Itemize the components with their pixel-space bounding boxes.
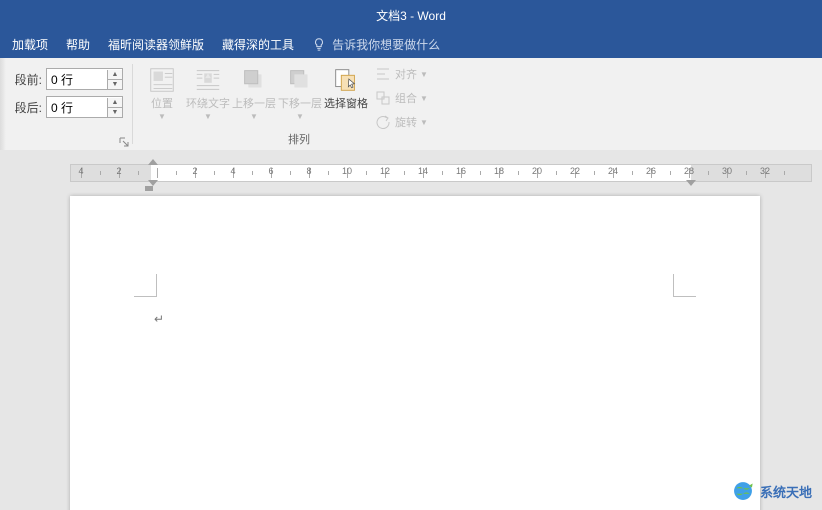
document-workspace: 422468101214161820222426283032 ↵: [0, 150, 822, 510]
spacing-before-row: 段前: ▲ ▼: [10, 68, 123, 90]
bring-forward-icon: [238, 64, 270, 96]
spacing-after-down[interactable]: ▼: [108, 108, 122, 117]
spacing-before-label: 段前:: [10, 71, 42, 88]
send-backward-icon: [284, 64, 316, 96]
right-indent-marker[interactable]: [686, 180, 696, 186]
chevron-down-icon: ▼: [250, 112, 258, 121]
chevron-down-icon: ▼: [204, 112, 212, 121]
rotate-icon: [375, 114, 391, 130]
spacing-after-label: 段后:: [10, 99, 42, 116]
group-arrange: 位置 ▼ 环绕文字 ▼ 上移一层 ▼ 下移一层: [133, 58, 465, 150]
position-icon: [146, 64, 178, 96]
tab-foxit-reader[interactable]: 福昕阅读器领鲜版: [108, 36, 204, 53]
tab-addins[interactable]: 加载项: [12, 36, 48, 53]
bring-forward-button: 上移一层 ▼: [231, 60, 277, 121]
spacing-after-up[interactable]: ▲: [108, 98, 122, 108]
first-line-indent-marker[interactable]: [148, 159, 158, 165]
horizontal-ruler[interactable]: 422468101214161820222426283032: [70, 164, 812, 182]
group-icon: [375, 90, 391, 106]
margin-corner-tl: [134, 274, 157, 297]
chevron-down-icon: ▼: [420, 118, 428, 127]
rotate-button: 旋转 ▼: [375, 112, 428, 132]
tell-me-search[interactable]: 告诉我你想要做什么: [312, 36, 458, 53]
spacing-after-spinner[interactable]: ▲ ▼: [46, 96, 123, 118]
paragraph-mark: ↵: [154, 312, 164, 326]
paragraph-dialog-launcher[interactable]: [118, 136, 130, 148]
arrange-group-label: 排列: [139, 132, 459, 148]
spacing-before-down[interactable]: ▼: [108, 80, 122, 89]
wrap-text-button: 环绕文字 ▼: [185, 60, 231, 121]
selection-pane-button[interactable]: 选择窗格: [323, 60, 369, 111]
chevron-down-icon: ▼: [296, 112, 304, 121]
menu-bar: 加载项 帮助 福昕阅读器领鲜版 藏得深的工具 告诉我你想要做什么: [0, 30, 822, 58]
spacing-before-input[interactable]: [47, 70, 107, 88]
left-indent-marker[interactable]: [145, 186, 153, 191]
document-page[interactable]: ↵: [70, 196, 760, 510]
lightbulb-icon: [312, 37, 326, 51]
watermark: 系统天地: [732, 480, 812, 502]
position-button: 位置 ▼: [139, 60, 185, 121]
title-bar: 文档3 - Word: [0, 0, 822, 30]
align-icon: [375, 66, 391, 82]
group-button: 组合 ▼: [375, 88, 428, 108]
tab-help[interactable]: 帮助: [66, 36, 90, 53]
spacing-after-row: 段后: ▲ ▼: [10, 96, 123, 118]
chevron-down-icon: ▼: [158, 112, 166, 121]
spacing-after-input[interactable]: [47, 98, 107, 116]
tab-hidden-tools[interactable]: 藏得深的工具: [222, 36, 294, 53]
spacing-before-spinner[interactable]: ▲ ▼: [46, 68, 123, 90]
align-button: 对齐 ▼: [375, 64, 428, 84]
send-backward-button: 下移一层 ▼: [277, 60, 323, 121]
spacing-before-up[interactable]: ▲: [108, 70, 122, 80]
margin-corner-tr: [673, 274, 696, 297]
globe-icon: [732, 480, 754, 502]
wrap-text-icon: [192, 64, 224, 96]
chevron-down-icon: ▼: [420, 70, 428, 79]
selection-pane-icon: [330, 64, 362, 96]
document-title: 文档3 - Word: [376, 7, 446, 24]
ribbon: 段前: ▲ ▼ 段后: ▲ ▼: [0, 58, 822, 151]
group-paragraph-spacing: 段前: ▲ ▼ 段后: ▲ ▼: [4, 58, 132, 150]
chevron-down-icon: ▼: [420, 94, 428, 103]
